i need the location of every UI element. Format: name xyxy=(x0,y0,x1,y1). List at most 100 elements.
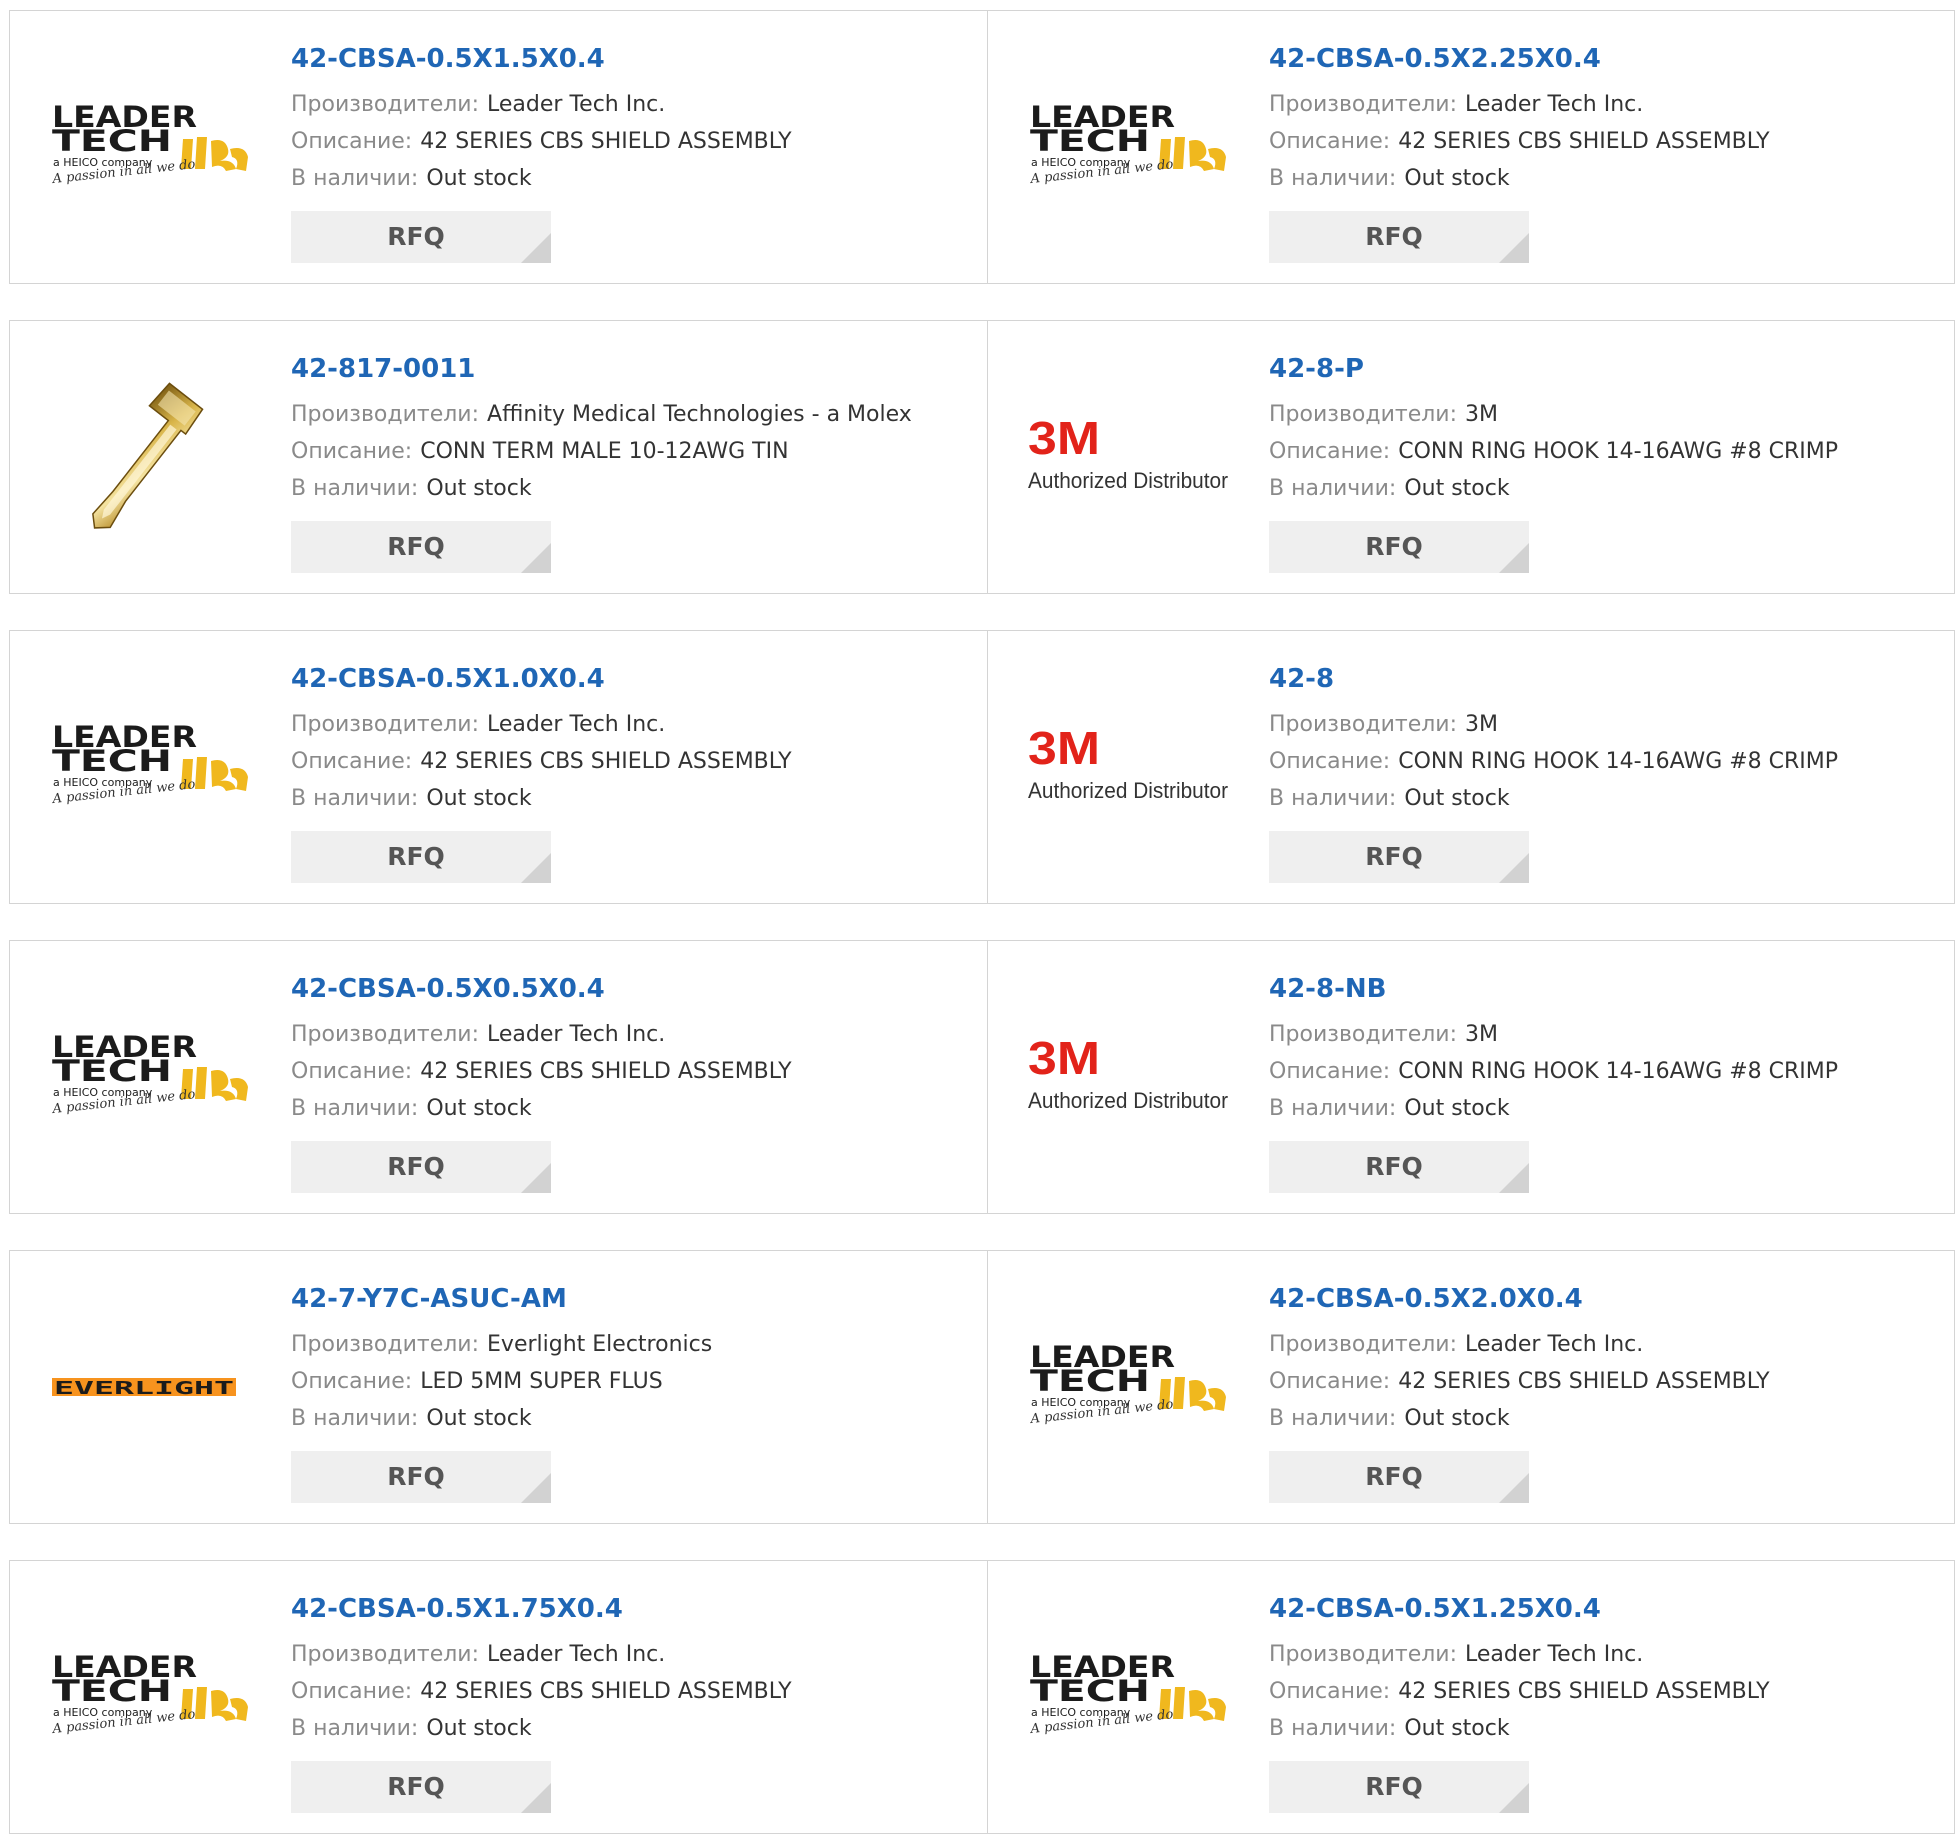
product-image[interactable]: LEADER TECH a HEICO company A passion in al… xyxy=(50,11,250,283)
description-value: CONN RING HOOK 14-16AWG #8 CRIMP xyxy=(1398,439,1839,464)
description-line: Описание: LED 5MM SUPER FLUS xyxy=(291,1363,971,1400)
stock-line: В наличии: Out stock xyxy=(291,1710,971,1747)
product-image[interactable]: LEADER TECH a HEICO company A passion in al… xyxy=(50,631,250,903)
rfq-corner-decoration xyxy=(1499,1783,1529,1813)
leader-line2: TECH xyxy=(52,124,172,158)
rfq-button[interactable]: RFQ xyxy=(291,211,551,263)
part-number-link[interactable]: 42-817-0011 xyxy=(291,351,971,387)
leader-tech-logo: LEADERTECHa HEICO companyA passion in al… xyxy=(51,100,248,187)
manufacturer-label: Производители: xyxy=(1269,1642,1458,1667)
leader-tech-logo: LEADERTECHa HEICO companyA passion in al… xyxy=(51,1030,248,1117)
stock-line: В наличии: Out stock xyxy=(291,780,971,817)
stock-line: В наличии: Out stock xyxy=(291,1400,971,1437)
product-card: EVERLIGHT 42-7-Y7C-ASUC-AM Производители… xyxy=(10,1251,987,1523)
rfq-button[interactable]: RFQ xyxy=(291,1451,551,1503)
product-card: LEADER TECH a HEICO company A passion in al… xyxy=(10,1561,987,1833)
description-value: 42 SERIES CBS SHIELD ASSEMBLY xyxy=(420,749,792,774)
product-image[interactable]: LEADER TECH a HEICO company A passion in al… xyxy=(1028,1251,1228,1523)
product-card: LEADER TECH a HEICO company A passion in al… xyxy=(987,1251,1954,1523)
rfq-button[interactable]: RFQ xyxy=(1269,521,1529,573)
leader-line2: TECH xyxy=(52,1674,172,1708)
stock-label: В наличии: xyxy=(1269,786,1397,811)
product-image[interactable] xyxy=(50,321,250,593)
stock-label: В наличии: xyxy=(291,1096,419,1121)
part-number-link[interactable]: 42-CBSA-0.5X2.0X0.4 xyxy=(1269,1281,1949,1317)
description-label: Описание: xyxy=(1269,1059,1391,1084)
product-image[interactable]: 3M Authorized Distributor xyxy=(1028,631,1228,903)
product-image[interactable]: 3M Authorized Distributor xyxy=(1028,941,1228,1213)
3m-mark: 3M xyxy=(1028,722,1100,774)
manufacturer-line: Производители: Affinity Medical Technolog… xyxy=(291,396,971,433)
manufacturer-label: Производители: xyxy=(1269,1022,1458,1047)
product-image[interactable]: LEADER TECH a HEICO company A passion in al… xyxy=(50,1561,250,1833)
description-line: Описание: 42 SERIES CBS SHIELD ASSEMBLY xyxy=(291,1673,971,1710)
rfq-corner-decoration xyxy=(1499,1473,1529,1503)
product-image[interactable]: LEADER TECH a HEICO company A passion in al… xyxy=(1028,11,1228,283)
product-image[interactable]: EVERLIGHT xyxy=(50,1251,250,1523)
stock-label: В наличии: xyxy=(1269,1716,1397,1741)
rfq-button[interactable]: RFQ xyxy=(1269,831,1529,883)
stock-value: Out stock xyxy=(426,786,532,811)
part-number-link[interactable]: 42-CBSA-0.5X1.25X0.4 xyxy=(1269,1591,1949,1627)
description-label: Описание: xyxy=(291,749,413,774)
stock-line: В наличии: Out stock xyxy=(291,160,971,197)
rfq-button[interactable]: RFQ xyxy=(291,1141,551,1193)
manufacturer-value: 3M xyxy=(1465,1022,1499,1047)
product-row: EVERLIGHT 42-7-Y7C-ASUC-AM Производители… xyxy=(9,1250,1955,1524)
manufacturer-label: Производители: xyxy=(291,1642,480,1667)
stock-label: В наличии: xyxy=(1269,1406,1397,1431)
manufacturer-label: Производители: xyxy=(291,1332,480,1357)
manufacturer-value: Everlight Electronics xyxy=(487,1332,713,1357)
rfq-button[interactable]: RFQ xyxy=(1269,1451,1529,1503)
product-image[interactable]: LEADER TECH a HEICO company A passion in al… xyxy=(50,941,250,1213)
part-number-link[interactable]: 42-8-NB xyxy=(1269,971,1949,1007)
product-card: LEADER TECH a HEICO company A passion in al… xyxy=(10,941,987,1213)
product-card: LEADER TECH a HEICO company A passion in al… xyxy=(987,1561,1954,1833)
rfq-button[interactable]: RFQ xyxy=(1269,1761,1529,1813)
rfq-button[interactable]: RFQ xyxy=(1269,211,1529,263)
rfq-button[interactable]: RFQ xyxy=(291,831,551,883)
product-info: 42-CBSA-0.5X2.25X0.4 Производители: Leade… xyxy=(1269,41,1949,263)
manufacturer-value: 3M xyxy=(1465,402,1499,427)
description-line: Описание: CONN RING HOOK 14-16AWG #8 CRIM… xyxy=(1269,433,1949,470)
description-label: Описание: xyxy=(291,129,413,154)
part-number-link[interactable]: 42-8-P xyxy=(1269,351,1949,387)
stock-label: В наличии: xyxy=(1269,1096,1397,1121)
description-value: CONN RING HOOK 14-16AWG #8 CRIMP xyxy=(1398,749,1839,774)
product-row: LEADER TECH a HEICO company A passion in al… xyxy=(9,10,1955,284)
part-number-link[interactable]: 42-CBSA-0.5X1.5X0.4 xyxy=(291,41,971,77)
stock-label: В наличии: xyxy=(291,476,419,501)
part-number-link[interactable]: 42-7-Y7C-ASUC-AM xyxy=(291,1281,971,1317)
manufacturer-line: Производители: 3M xyxy=(1269,1016,1949,1053)
rfq-button-label: RFQ xyxy=(1365,1772,1423,1801)
product-info: 42-CBSA-0.5X1.0X0.4 Производители: Leader… xyxy=(291,661,971,883)
stock-line: В наличии: Out stock xyxy=(1269,1400,1949,1437)
product-info: 42-CBSA-0.5X0.5X0.4 Производители: Leader… xyxy=(291,971,971,1193)
part-number-link[interactable]: 42-8 xyxy=(1269,661,1949,697)
part-number-link[interactable]: 42-CBSA-0.5X2.25X0.4 xyxy=(1269,41,1949,77)
product-image[interactable]: 3M Authorized Distributor xyxy=(1028,321,1228,593)
manufacturer-value: 3M xyxy=(1465,712,1499,737)
rfq-button[interactable]: RFQ xyxy=(1269,1141,1529,1193)
product-image[interactable]: LEADER TECH a HEICO company A passion in al… xyxy=(1028,1561,1228,1833)
rfq-button[interactable]: RFQ xyxy=(291,1761,551,1813)
product-card: LEADER TECH a HEICO company A passion in al… xyxy=(987,11,1954,283)
rfq-button[interactable]: RFQ xyxy=(291,521,551,573)
product-row: LEADER TECH a HEICO company A passion in al… xyxy=(9,1560,1955,1834)
manufacturer-line: Производители: 3M xyxy=(1269,706,1949,743)
stock-label: В наличии: xyxy=(291,166,419,191)
stock-line: В наличии: Out stock xyxy=(291,1090,971,1127)
description-value: CONN RING HOOK 14-16AWG #8 CRIMP xyxy=(1398,1059,1839,1084)
rfq-button-label: RFQ xyxy=(387,532,445,561)
description-label: Описание: xyxy=(1269,1369,1391,1394)
product-info: 42-CBSA-0.5X2.0X0.4 Производители: Leader… xyxy=(1269,1281,1949,1503)
rfq-button-label: RFQ xyxy=(387,842,445,871)
description-line: Описание: 42 SERIES CBS SHIELD ASSEMBLY xyxy=(291,743,971,780)
part-number-link[interactable]: 42-CBSA-0.5X0.5X0.4 xyxy=(291,971,971,1007)
product-info: 42-CBSA-0.5X1.25X0.4 Производители: Leade… xyxy=(1269,1591,1949,1813)
product-info: 42-CBSA-0.5X1.5X0.4 Производители: Leader… xyxy=(291,41,971,263)
everlight-text: EVERLIGHT xyxy=(54,1378,234,1399)
part-number-link[interactable]: 42-CBSA-0.5X1.75X0.4 xyxy=(291,1591,971,1627)
part-number-link[interactable]: 42-CBSA-0.5X1.0X0.4 xyxy=(291,661,971,697)
product-card: 42-817-0011 Производители: Affinity Medic… xyxy=(10,321,987,593)
